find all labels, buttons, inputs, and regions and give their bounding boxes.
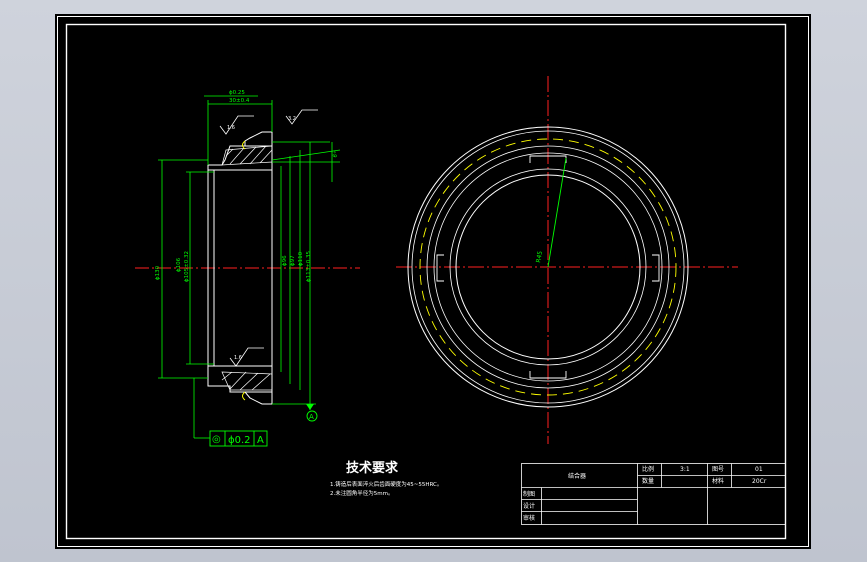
note-2: 2.未注圆角半径为5mm。	[330, 489, 393, 497]
tolerance-symbol: ◎	[212, 434, 221, 445]
dim-right-d4: ϕ113±0.35	[306, 251, 312, 282]
dim-right-d2: ϕ97	[290, 255, 296, 266]
tb-drawing-no-label: 图号	[712, 466, 724, 473]
rough-bottom: 1.6	[234, 355, 242, 361]
tb-design-label: 设计	[523, 502, 535, 510]
dim-left-bore-a: ϕ106	[176, 257, 182, 272]
tb-drawn-label: 制图	[523, 490, 535, 498]
tolerance-datum: A	[257, 435, 264, 446]
datum-label: A	[309, 413, 314, 421]
tb-scale-label: 比例	[642, 465, 654, 473]
dim-top-tol: ϕ0.25	[229, 90, 245, 96]
tolerance-value: ϕ0.2	[228, 435, 251, 446]
rough-left: 1.6	[227, 125, 235, 131]
tb-drawing-no-value: 01	[755, 466, 763, 473]
dim-left-bore-b: ϕ105±0.32	[184, 251, 190, 282]
dim-right-d1: ϕ96	[282, 255, 288, 266]
tb-review-label: 审核	[523, 514, 535, 522]
notes-title: 技术要求	[346, 460, 399, 476]
tb-part-name: 结合器	[568, 472, 586, 480]
tb-scale-value: 3:1	[680, 466, 690, 473]
note-1: 1.铸造后表面淬火后齿面硬度为45~55HRC。	[330, 480, 442, 488]
dim-right-d3: ϕ110	[298, 251, 304, 266]
dim-left-overall: ϕ130	[155, 265, 161, 280]
rough-right: 3.2	[288, 116, 296, 122]
dim-top-width: 30±0.4	[229, 98, 250, 104]
tb-material-label: 材料	[712, 477, 724, 485]
tb-material-value: 20Cr	[752, 478, 767, 485]
drawing-sheet	[55, 14, 811, 549]
tb-qty-label: 数量	[642, 477, 654, 485]
cad-drawing-viewport: ϕ0.25 30±0.4 6° ϕ130 ϕ106 ϕ105±0.32 ϕ96 …	[55, 14, 811, 549]
